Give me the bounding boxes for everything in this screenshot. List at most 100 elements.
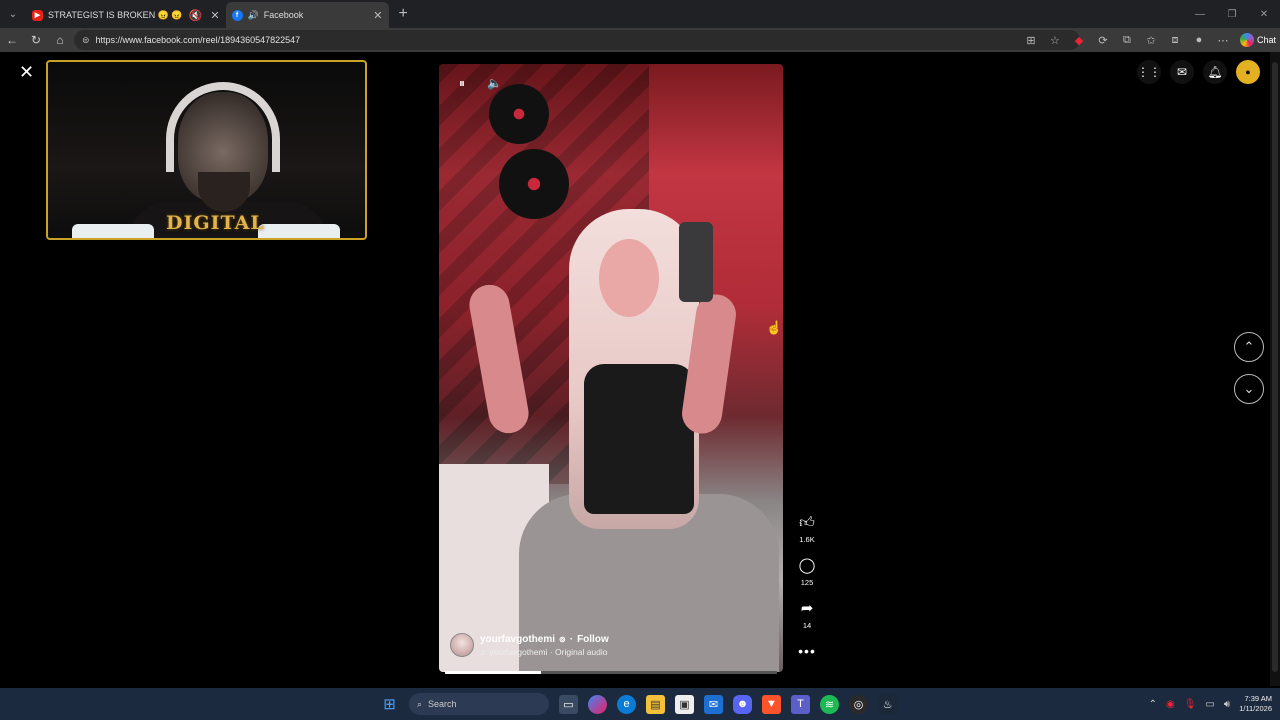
file-explorer-icon[interactable]: ▤: [646, 694, 665, 714]
thumbs-up-icon: 👍︎: [799, 514, 815, 531]
taskbar-search[interactable]: ⌕ Search: [409, 693, 549, 715]
separator-dot: ·: [569, 634, 574, 645]
microphone-icon[interactable]: 🎙︎: [1184, 699, 1197, 710]
store-icon[interactable]: ▣: [675, 694, 694, 714]
audio-label[interactable]: yourfavgothemi · Original audio: [489, 647, 607, 657]
search-icon: ⌕: [417, 698, 423, 709]
site-info-icon[interactable]: ⊜: [82, 35, 90, 46]
tab-title: Facebook: [263, 10, 304, 20]
owner-avatar[interactable]: [450, 633, 474, 657]
spotify-icon[interactable]: ≋: [820, 694, 839, 714]
tab-title: STRATEGIST IS BROKEN 😠 😠: [48, 9, 183, 20]
chat-label: Chat: [1256, 35, 1276, 45]
taskbar-clock[interactable]: 7:39 AM 1/11/2026: [1239, 694, 1272, 714]
collections-icon[interactable]: ⧈: [1168, 34, 1182, 47]
mouse-cursor-icon: ☝: [766, 320, 783, 335]
follow-button[interactable]: Follow: [577, 634, 609, 645]
network-icon[interactable]: ▭: [1205, 699, 1214, 710]
progress-fill: [445, 671, 542, 674]
clock-time: 7:39 AM: [1244, 694, 1272, 703]
facebook-icon: f: [231, 9, 243, 21]
extensions-icon[interactable]: ⧉: [1120, 34, 1134, 47]
profile-avatar[interactable]: ●: [1236, 60, 1260, 84]
webcam-overlay: DIGITAL: [46, 60, 367, 240]
tab-youtube[interactable]: ▶ STRATEGIST IS BROKEN 😠 😠 🔇 ✕: [26, 2, 226, 28]
more-options-icon[interactable]: •••: [790, 643, 824, 659]
notifications-bell-icon[interactable]: 🔔︎: [1203, 60, 1227, 84]
music-note-icon: ♫: [480, 647, 487, 657]
minimize-button[interactable]: —: [1184, 0, 1216, 28]
url-text: https://www.facebook.com/reel/1894360547…: [95, 35, 301, 45]
youtube-icon: ▶: [32, 9, 43, 21]
steam-icon[interactable]: ♨: [878, 694, 897, 714]
facebook-header-actions: ⋮⋮ ✉ 🔔︎ ●: [1137, 60, 1260, 84]
reel-video[interactable]: [439, 64, 783, 672]
favorites-icon[interactable]: ✩: [1144, 34, 1158, 47]
copilot-app-icon[interactable]: [588, 694, 607, 714]
volume-tray-icon[interactable]: 🔊︎: [1224, 699, 1230, 710]
reload-button[interactable]: ↻: [24, 33, 48, 47]
teams-icon[interactable]: T: [791, 694, 810, 714]
page-scrollbar[interactable]: [1270, 52, 1280, 686]
overlay-bar-right: [258, 224, 340, 238]
scrollbar-thumb[interactable]: [1272, 62, 1278, 672]
address-bar[interactable]: ⊜ https://www.facebook.com/reel/18943605…: [74, 30, 1080, 50]
copilot-icon: [1239, 33, 1254, 47]
discord-icon[interactable]: ☻: [733, 694, 752, 714]
webcam-logo: DIGITAL: [166, 212, 265, 234]
address-toolbar: ← ↻ ⌂ ⊜ https://www.facebook.com/reel/18…: [0, 28, 1280, 52]
like-button[interactable]: 👍︎ 1.6K: [790, 514, 824, 544]
previous-reel-button[interactable]: ⌃: [1234, 332, 1264, 362]
start-button-icon[interactable]: ⊞: [380, 695, 399, 714]
close-window-button[interactable]: ✕: [1248, 0, 1280, 28]
app-icon[interactable]: ◎: [849, 694, 868, 714]
pause-icon[interactable]: ⏸: [459, 76, 465, 91]
maximize-button[interactable]: ❐: [1216, 0, 1248, 28]
clock-date: 1/11/2026: [1239, 704, 1272, 713]
task-view-icon[interactable]: ▭: [559, 694, 578, 714]
search-label: Search: [428, 699, 457, 709]
taskbar-apps: ⊞ ⌕ Search ▭ e ▤ ▣ ✉ ☻ ▼ T ≋ ◎ ♨: [380, 688, 897, 720]
owner-name[interactable]: yourfavgothemi: [480, 634, 555, 645]
comment-icon: ◯: [798, 557, 816, 574]
app-available-icon[interactable]: ⊞: [1024, 34, 1038, 47]
close-tab-icon[interactable]: ✕: [373, 9, 382, 22]
comment-count: 125: [800, 578, 814, 587]
home-button[interactable]: ⌂: [48, 33, 72, 47]
tab-facebook[interactable]: f 🔊 Facebook ✕: [225, 2, 389, 28]
outlook-icon[interactable]: ✉: [704, 694, 723, 714]
reel-owner-info: yourfavgothemi ⊚ · Follow ♫ yourfavgothe…: [450, 633, 770, 663]
favorite-star-icon[interactable]: ☆: [1048, 34, 1062, 47]
reel-progress-bar[interactable]: [445, 671, 777, 674]
toolbar-actions: ⊞ ☆ ◆ ⟳ ⧉ ✩ ⧈ ● ⋯ Chat: [1024, 28, 1276, 52]
share-count: 14: [802, 621, 812, 630]
copilot-chat-button[interactable]: Chat: [1239, 33, 1276, 47]
overlay-bar-left: [72, 224, 154, 238]
messenger-icon[interactable]: ✉: [1170, 60, 1194, 84]
speaker-icon[interactable]: 🔊: [248, 10, 259, 21]
like-count: 1.6K: [799, 535, 815, 544]
edge-icon[interactable]: e: [617, 694, 636, 714]
close-reel-icon[interactable]: ✕: [19, 62, 34, 83]
mute-icon[interactable]: 🔇: [189, 9, 203, 22]
show-hidden-icons[interactable]: ⌃: [1149, 699, 1157, 710]
reel-actions: 👍︎ 1.6K ◯ 125 ➦ 14 •••: [790, 514, 824, 659]
brave-icon[interactable]: ▼: [762, 694, 781, 714]
reel-navigation: ⌃ ⌄: [1234, 332, 1264, 404]
extension-icon[interactable]: ◆: [1072, 34, 1086, 47]
volume-icon[interactable]: 🔈: [487, 76, 502, 91]
share-button[interactable]: ➦ 14: [790, 600, 824, 630]
profile-icon[interactable]: ●: [1192, 34, 1206, 46]
refresh-extension-icon[interactable]: ⟳: [1096, 34, 1110, 47]
share-icon: ➦: [800, 600, 814, 617]
close-tab-icon[interactable]: ✕: [210, 9, 219, 22]
new-tab-button[interactable]: +: [399, 5, 408, 23]
next-reel-button[interactable]: ⌄: [1234, 374, 1264, 404]
back-button[interactable]: ←: [0, 33, 24, 47]
menu-grid-icon[interactable]: ⋮⋮: [1137, 60, 1161, 84]
more-menu-icon[interactable]: ⋯: [1216, 34, 1230, 47]
tab-actions-menu[interactable]: ⌄: [0, 0, 26, 28]
tray-app-icon[interactable]: ◉: [1166, 699, 1175, 710]
comment-button[interactable]: ◯ 125: [790, 557, 824, 587]
verified-badge-icon: ⊚: [559, 635, 566, 644]
